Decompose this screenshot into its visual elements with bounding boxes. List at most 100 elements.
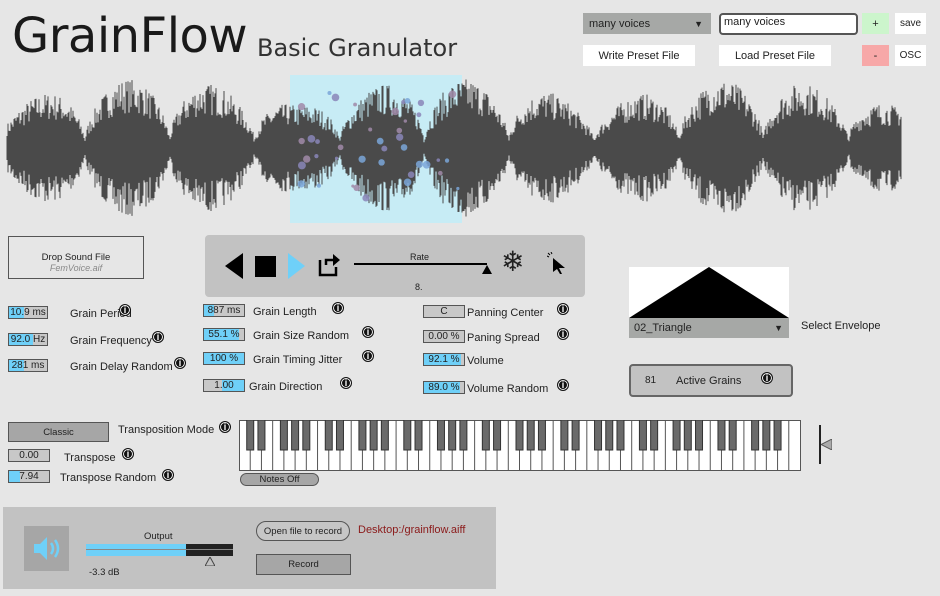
envelope-dropdown[interactable]: 02_Triangle ▼: [629, 318, 789, 338]
grain-dot: [315, 139, 320, 144]
info-icon[interactable]: i: [362, 326, 374, 338]
black-key[interactable]: [773, 420, 782, 451]
info-icon[interactable]: i: [557, 328, 569, 340]
black-key[interactable]: [448, 420, 457, 451]
output-gain-handle[interactable]: [205, 557, 215, 566]
active-grains-panel: 81 Active Grains i: [629, 364, 793, 397]
keyboard-range-handle[interactable]: [821, 439, 832, 450]
preset-selected: many voices: [589, 17, 651, 30]
loop-icon[interactable]: [318, 253, 340, 277]
black-key[interactable]: [526, 420, 535, 451]
volume-random-field[interactable]: 89.0 %: [423, 381, 465, 394]
rate-slider-handle[interactable]: [482, 265, 492, 274]
black-key[interactable]: [369, 420, 378, 451]
black-key[interactable]: [717, 420, 726, 451]
piano-keyboard[interactable]: [239, 420, 801, 471]
waveform-display[interactable]: [0, 72, 940, 224]
grain-period-field[interactable]: 10.9 ms: [8, 306, 48, 319]
save-button[interactable]: save: [895, 13, 926, 34]
black-key[interactable]: [571, 420, 580, 451]
transposition-mode-button[interactable]: Classic: [8, 422, 109, 442]
record-button[interactable]: Record: [256, 554, 351, 575]
cursor-icon[interactable]: [547, 252, 567, 274]
info-icon[interactable]: i: [174, 357, 186, 369]
play-icon[interactable]: [288, 253, 305, 279]
paning-spread-field[interactable]: 0.00 %: [423, 330, 465, 343]
black-key[interactable]: [459, 420, 468, 451]
black-key[interactable]: [436, 420, 445, 451]
info-icon[interactable]: i: [557, 379, 569, 391]
info-icon[interactable]: i: [557, 303, 569, 315]
add-preset-button[interactable]: +: [862, 13, 889, 34]
black-key[interactable]: [493, 420, 502, 451]
volume-field[interactable]: 92.1 %: [423, 353, 465, 366]
info-icon[interactable]: i: [219, 421, 231, 433]
stop-icon[interactable]: [255, 256, 276, 277]
black-key[interactable]: [257, 420, 266, 451]
preset-name-input[interactable]: many voices: [719, 13, 858, 35]
grain-delay-random-field[interactable]: 281 ms: [8, 359, 48, 372]
black-key[interactable]: [358, 420, 367, 451]
black-key[interactable]: [762, 420, 771, 451]
freeze-icon[interactable]: ❄: [501, 247, 524, 277]
load-preset-button[interactable]: Load Preset File: [719, 45, 831, 66]
info-icon[interactable]: i: [119, 304, 131, 316]
osc-button[interactable]: OSC: [895, 45, 926, 66]
black-key[interactable]: [537, 420, 546, 451]
transpose-random-field[interactable]: 7.94: [8, 470, 50, 483]
grain-dot: [358, 155, 366, 163]
grain-dot: [376, 137, 384, 145]
black-key[interactable]: [560, 420, 569, 451]
black-key[interactable]: [481, 420, 490, 451]
black-key[interactable]: [403, 420, 412, 451]
info-icon[interactable]: i: [122, 448, 134, 460]
output-panel: Output -3.3 dB Open file to record Deskt…: [3, 507, 496, 589]
output-label: Output: [144, 531, 173, 542]
black-key[interactable]: [638, 420, 647, 451]
black-key[interactable]: [302, 420, 311, 451]
info-icon[interactable]: i: [340, 377, 352, 389]
transpose-field[interactable]: 0.00: [8, 449, 50, 462]
grain-direction-field[interactable]: 1.00: [203, 379, 245, 392]
drop-sound-file-zone[interactable]: Drop Sound File FemVoice.aif: [8, 236, 144, 279]
preset-dropdown[interactable]: many voices ▼: [583, 13, 711, 34]
info-icon[interactable]: i: [332, 302, 344, 314]
grain-size-random-field[interactable]: 55.1 %: [203, 328, 245, 341]
notes-off-button[interactable]: Notes Off: [240, 473, 319, 486]
grain-length-field[interactable]: 887 ms: [203, 304, 245, 317]
write-preset-button[interactable]: Write Preset File: [583, 45, 695, 66]
black-key[interactable]: [672, 420, 681, 451]
black-key[interactable]: [650, 420, 659, 451]
play-reverse-icon[interactable]: [225, 253, 243, 279]
speaker-button[interactable]: [24, 526, 69, 571]
black-key[interactable]: [751, 420, 760, 451]
info-icon[interactable]: i: [362, 350, 374, 362]
black-key[interactable]: [594, 420, 603, 451]
rate-value: 8.: [415, 282, 423, 292]
output-meter[interactable]: [86, 544, 233, 556]
black-key[interactable]: [515, 420, 524, 451]
info-icon[interactable]: i: [162, 469, 174, 481]
black-key[interactable]: [380, 420, 389, 451]
black-key[interactable]: [683, 420, 692, 451]
grain-dot: [316, 183, 321, 188]
panning-center-field[interactable]: C: [423, 305, 465, 318]
black-key[interactable]: [279, 420, 288, 451]
grain-dot: [444, 158, 450, 163]
info-icon[interactable]: i: [152, 331, 164, 343]
grain-frequency-field[interactable]: 92.0 Hz: [8, 333, 48, 346]
black-key[interactable]: [324, 420, 333, 451]
info-icon[interactable]: i: [761, 372, 773, 384]
black-key[interactable]: [695, 420, 704, 451]
remove-preset-button[interactable]: -: [862, 45, 889, 66]
black-key[interactable]: [728, 420, 737, 451]
black-key[interactable]: [605, 420, 614, 451]
black-key[interactable]: [291, 420, 300, 451]
rate-slider[interactable]: [354, 263, 487, 265]
black-key[interactable]: [246, 420, 255, 451]
black-key[interactable]: [335, 420, 344, 451]
black-key[interactable]: [414, 420, 423, 451]
grain-timing-jitter-field[interactable]: 100 %: [203, 352, 245, 365]
black-key[interactable]: [616, 420, 625, 451]
open-file-to-record-button[interactable]: Open file to record: [256, 521, 350, 541]
